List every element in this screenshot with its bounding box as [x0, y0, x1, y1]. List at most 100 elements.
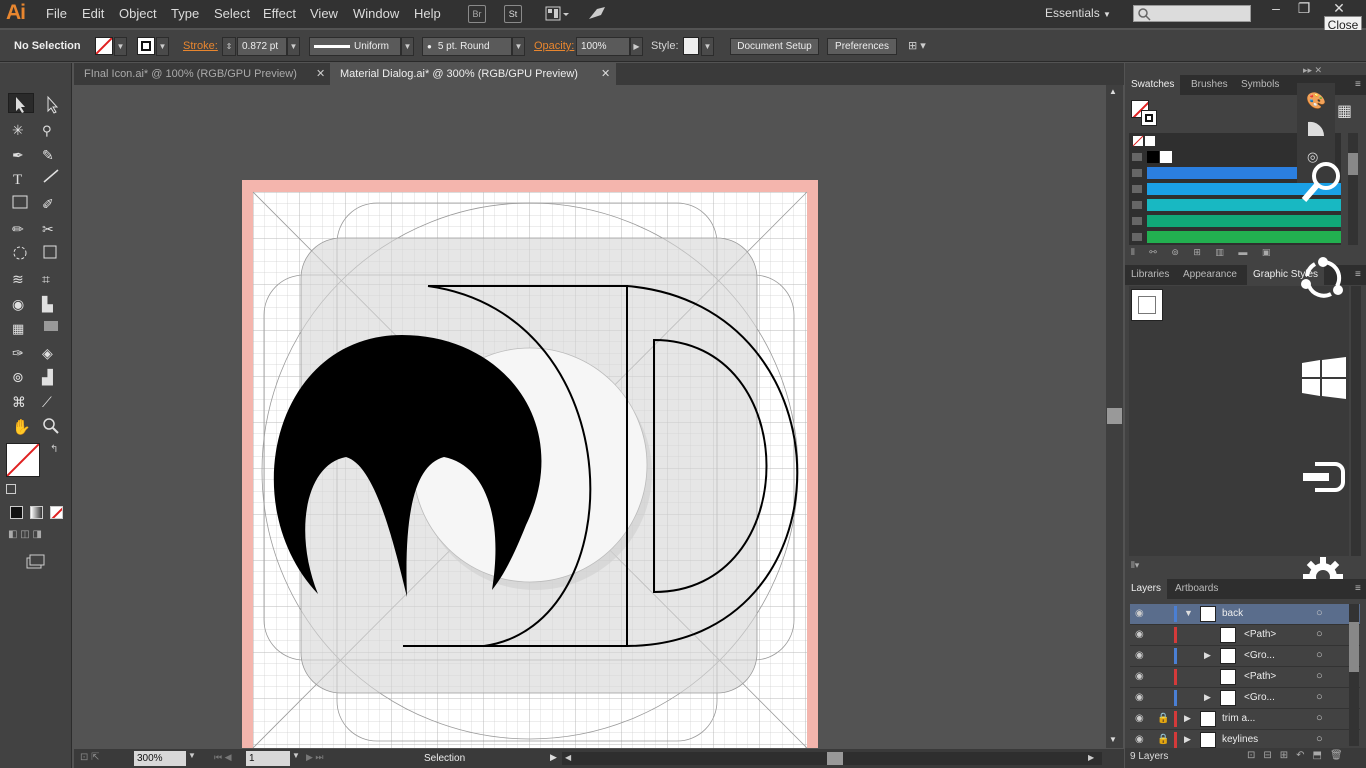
- swatch-footer-icons[interactable]: ⫴ ⚯ ⊚ ⊞ ▥ ▬ ▣: [1131, 247, 1276, 258]
- tab-symbols[interactable]: Symbols: [1235, 75, 1285, 95]
- style-dropdown[interactable]: ▼: [701, 37, 714, 56]
- artboard-number-input[interactable]: 1: [246, 751, 290, 766]
- artboard[interactable]: [74, 85, 1106, 748]
- stroke-stepper[interactable]: ⇕: [222, 37, 236, 56]
- menu-file[interactable]: File: [46, 6, 67, 21]
- minimize-button[interactable]: –: [1262, 0, 1290, 20]
- stroke-weight-input[interactable]: 0.872 pt: [237, 37, 287, 56]
- layer-row[interactable]: ◉ ▶ <Gro... ○: [1130, 646, 1360, 667]
- graphic-styles-list[interactable]: [1129, 286, 1349, 556]
- color-mode-buttons[interactable]: [8, 505, 68, 521]
- expand-triangle-icon[interactable]: ▶: [1184, 734, 1191, 745]
- menu-edit[interactable]: Edit: [82, 6, 104, 21]
- opacity-input[interactable]: 100%: [576, 37, 630, 56]
- menu-help[interactable]: Help: [414, 6, 441, 21]
- horizontal-scrollbar[interactable]: ◀ ▶: [562, 752, 1102, 765]
- layer-name[interactable]: trim a...: [1222, 713, 1255, 724]
- next-artboard-icon[interactable]: ▶ ⏭: [306, 752, 324, 763]
- layer-name[interactable]: keylines: [1222, 734, 1258, 745]
- zoom-input[interactable]: 300%: [134, 751, 186, 766]
- target-icon[interactable]: ○: [1316, 712, 1323, 724]
- target-icon[interactable]: ○: [1316, 628, 1323, 640]
- palette-icon[interactable]: 🎨: [1306, 91, 1326, 111]
- eye-icon[interactable]: ◉: [1135, 671, 1144, 682]
- lock-icon[interactable]: 🔒: [1157, 734, 1169, 745]
- expand-triangle-icon[interactable]: ▼: [1184, 608, 1193, 618]
- share-overlay-icon[interactable]: [1298, 254, 1348, 302]
- tab-appearance[interactable]: Appearance: [1177, 265, 1243, 285]
- tab-material-dialog[interactable]: Material Dialog.ai* @ 300% (RGB/GPU Prev…: [330, 63, 616, 85]
- styles-scrollbar[interactable]: [1351, 286, 1361, 556]
- scroll-thumb[interactable]: [1107, 408, 1122, 424]
- brush-definition[interactable]: ● 5 pt. Round: [422, 37, 512, 56]
- styles-libraries-icon[interactable]: ⫴▾: [1131, 560, 1139, 571]
- eye-icon[interactable]: ◉: [1135, 629, 1144, 640]
- menu-select[interactable]: Select: [214, 6, 250, 21]
- graphic-style-swatch[interactable]: [683, 37, 699, 55]
- document-setup-button[interactable]: Document Setup: [730, 38, 819, 55]
- menu-object[interactable]: Object: [119, 6, 157, 21]
- target-icon[interactable]: ○: [1316, 607, 1323, 619]
- magnifier-overlay-icon[interactable]: [1300, 158, 1346, 204]
- menu-view[interactable]: View: [310, 6, 338, 21]
- preferences-button[interactable]: Preferences: [827, 38, 897, 55]
- layer-name[interactable]: <Path>: [1244, 629, 1276, 640]
- stock-button[interactable]: St: [504, 5, 522, 23]
- stroke-dropdown[interactable]: ▼: [156, 37, 169, 56]
- exit-overlay-icon[interactable]: [1301, 460, 1345, 494]
- bridge-button[interactable]: Br: [468, 5, 486, 23]
- gpu-icon[interactable]: ⊡ ⇱: [80, 752, 100, 763]
- variable-width-profile[interactable]: Uniform: [309, 37, 401, 56]
- target-icon[interactable]: ○: [1316, 649, 1323, 661]
- fill-dropdown[interactable]: ▼: [114, 37, 127, 56]
- swap-colors-icon[interactable]: ↰: [50, 444, 58, 455]
- gpu-performance-icon[interactable]: [587, 5, 607, 23]
- tab-swatches[interactable]: Swatches: [1125, 75, 1181, 95]
- arrange-icon[interactable]: ⊞ ▾: [908, 39, 926, 52]
- panel-menu-icon[interactable]: ≡: [1349, 579, 1366, 599]
- zoom-dropdown[interactable]: ▼: [188, 751, 196, 760]
- expand-triangle-icon[interactable]: ▶: [1204, 692, 1211, 703]
- tab-libraries[interactable]: Libraries: [1125, 265, 1175, 285]
- prev-artboard-icon[interactable]: ⏮ ◀: [214, 752, 232, 763]
- windows-logo-icon[interactable]: [1302, 357, 1346, 401]
- target-icon[interactable]: ○: [1316, 733, 1323, 745]
- stroke-weight-dropdown[interactable]: ▼: [287, 37, 300, 56]
- eye-icon[interactable]: ◉: [1135, 713, 1144, 724]
- stroke-label[interactable]: Stroke:: [183, 40, 218, 52]
- target-icon[interactable]: ○: [1316, 691, 1323, 703]
- panel-menu-icon[interactable]: ≡: [1349, 75, 1366, 95]
- artboard-dropdown[interactable]: ▼: [292, 751, 300, 760]
- stroke-swatch[interactable]: [137, 37, 155, 55]
- tab-layers[interactable]: Layers: [1125, 579, 1168, 599]
- opacity-slider-toggle[interactable]: ▶: [630, 37, 643, 56]
- profile-dropdown[interactable]: ▼: [401, 37, 414, 56]
- gradient-icon[interactable]: [1307, 121, 1325, 137]
- layers-scrollbar[interactable]: [1349, 604, 1359, 746]
- status-menu-icon[interactable]: ▶: [550, 752, 557, 763]
- hscroll-thumb[interactable]: [827, 752, 843, 765]
- fill-swatch[interactable]: [95, 37, 113, 55]
- search-input[interactable]: [1133, 5, 1251, 22]
- tab-brushes[interactable]: Brushes: [1185, 75, 1234, 95]
- expand-triangle-icon[interactable]: ▶: [1184, 713, 1191, 724]
- layer-name[interactable]: <Path>: [1244, 671, 1276, 682]
- default-graphic-style[interactable]: [1131, 289, 1163, 321]
- layer-row[interactable]: ◉ <Path> ○: [1130, 667, 1360, 688]
- default-colors-icon[interactable]: [6, 484, 16, 494]
- panel-menu-icon[interactable]: ≡: [1349, 265, 1366, 285]
- layer-row[interactable]: ◉ 🔒 ▶ trim a... ○: [1130, 709, 1360, 730]
- eye-icon[interactable]: ◉: [1135, 650, 1144, 661]
- fill-color-swatch[interactable]: [6, 443, 40, 477]
- menu-window[interactable]: Window: [353, 6, 399, 21]
- workspace-switcher[interactable]: Essentials ▼: [1045, 6, 1111, 20]
- close-icon[interactable]: ✕: [601, 63, 610, 85]
- expand-triangle-icon[interactable]: ▶: [1204, 650, 1211, 661]
- target-icon[interactable]: ○: [1316, 670, 1323, 682]
- layer-name[interactable]: <Gro...: [1244, 650, 1275, 661]
- layer-row[interactable]: ◉ ▼ back ○: [1130, 604, 1360, 625]
- tab-final-icon[interactable]: FInal Icon.ai* @ 100% (RGB/GPU Preview) …: [74, 63, 330, 85]
- vertical-scrollbar[interactable]: ▲ ▼: [1106, 85, 1123, 748]
- layer-row[interactable]: ◉ <Path> ○: [1130, 625, 1360, 646]
- restore-button[interactable]: ❐: [1290, 0, 1318, 20]
